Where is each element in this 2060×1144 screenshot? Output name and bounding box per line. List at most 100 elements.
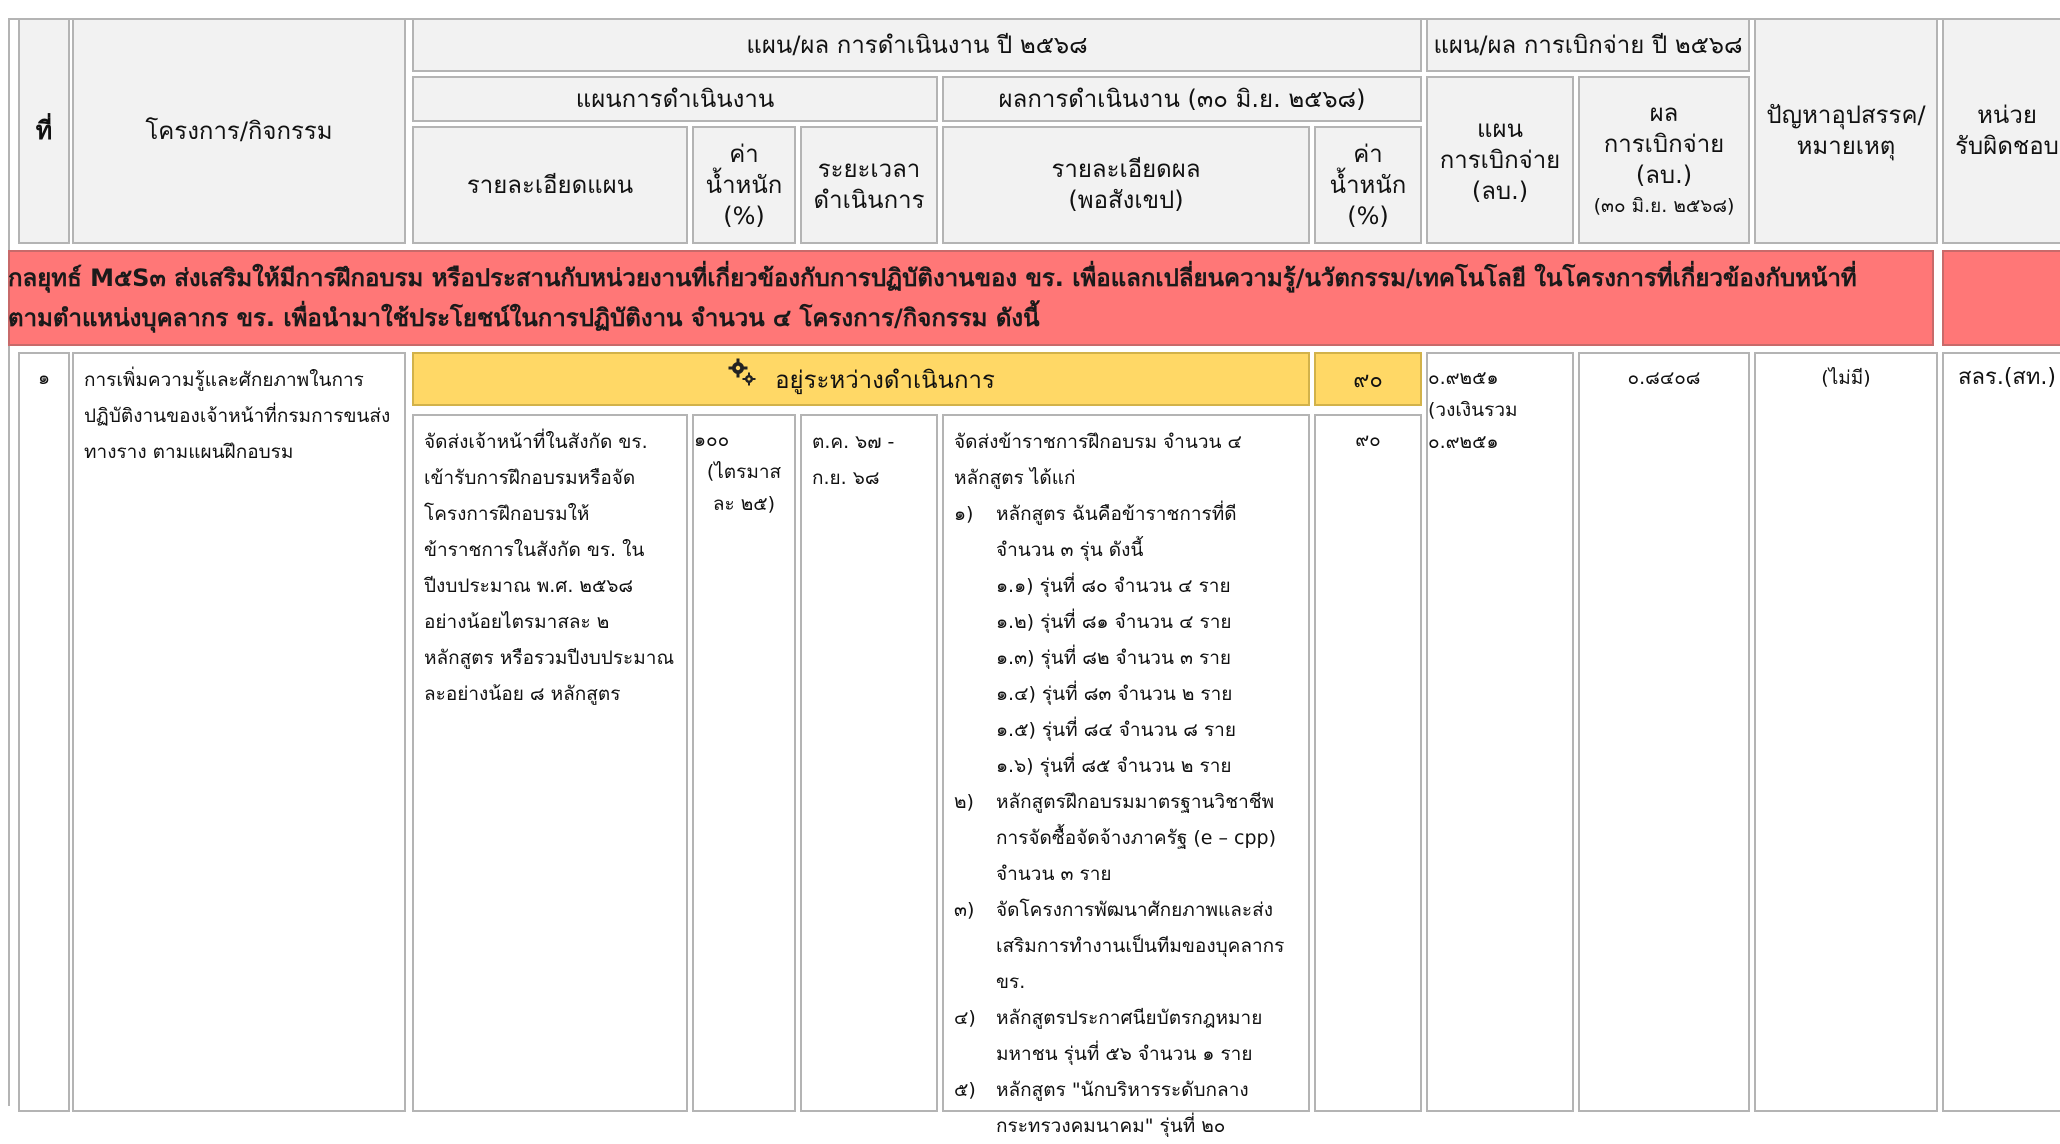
row-plan-detail: จัดส่งเจ้าหน้าที่ในสังกัด ขร. เข้ารับการ… — [412, 414, 688, 1112]
header-no: ที่ — [18, 18, 70, 244]
result-item-text: จัดโครงการพัฒนาศักยภาพและส่งเสริมการทำงา… — [996, 899, 1285, 993]
result-item-text: หลักสูตร ฉันคือข้าราชการที่ดี จำนวน ๓ รุ… — [996, 503, 1237, 561]
row-result-weight-value: ๙๐ — [1355, 429, 1381, 451]
result-item-num: ๒) — [954, 791, 974, 813]
header-operation-group-label: แผน/ผล การดำเนินงาน ปี ๒๕๖๘ — [746, 30, 1088, 59]
result-subitem-1-1: ๑.๑) รุ่นที่ ๘๐ จำนวน ๔ ราย — [954, 568, 1298, 604]
result-item-text: หลักสูตรฝึกอบรมมาตรฐานวิชาชีพการจัดซื้อจ… — [996, 791, 1276, 885]
gear-icon — [727, 357, 757, 394]
result-item-3: ๓) จัดโครงการพัฒนาศักยภาพและส่งเสริมการทำ… — [954, 892, 1298, 1000]
header-unit: หน่วย รับผิดชอบ — [1942, 18, 2060, 244]
result-item-text: ๑.๑) รุ่นที่ ๘๐ จำนวน ๔ ราย — [996, 575, 1231, 597]
header-result-weight-line2: น้ำหนัก — [1329, 170, 1407, 199]
header-no-label: ที่ — [35, 116, 53, 145]
result-item-text: ๑.๓) รุ่นที่ ๘๒ จำนวน ๓ ราย — [996, 647, 1232, 669]
strategy-row-unit-cell — [1942, 250, 2060, 346]
header-plan-group: แผนการดำเนินงาน — [412, 76, 938, 122]
result-item-4: ๔) หลักสูตรประกาศนียบัตรกฎหมายมหาชน รุ่นท… — [954, 1000, 1298, 1072]
header-operation-group: แผน/ผล การดำเนินงาน ปี ๒๕๖๘ — [412, 18, 1422, 72]
row-plan-weight: ๑๐๐ (ไตรมาสละ ๒๕) — [692, 414, 796, 1112]
header-budget-plan-line2: การเบิกจ่าย — [1439, 145, 1561, 174]
row-budget-plan-value: ๐.๙๒๕๑ — [1428, 367, 1499, 389]
row-unit-value: สลร.(สท.) — [1958, 365, 2056, 390]
row-period-text: ต.ค. ๖๗ - ก.ย. ๖๘ — [812, 431, 895, 489]
result-item-2: ๒) หลักสูตรฝึกอบรมมาตรฐานวิชาชีพการจัดซื้… — [954, 784, 1298, 892]
result-item-text: ๑.๕) รุ่นที่ ๘๔ จำนวน ๘ ราย — [996, 719, 1236, 741]
row-budget-result: ๐.๘๔๐๘ — [1578, 352, 1750, 1112]
header-plan-detail: รายละเอียดแผน — [412, 126, 688, 244]
result-subitem-1-4: ๑.๔) รุ่นที่ ๘๓ จำนวน ๒ ราย — [954, 676, 1298, 712]
row-budget-result-value: ๐.๘๔๐๘ — [1627, 367, 1701, 389]
header-budget-result-line1: ผล — [1649, 99, 1679, 127]
result-item-num: ๕) — [954, 1079, 976, 1101]
header-budget-plan-line3: (ลบ.) — [1471, 176, 1529, 205]
header-plan-weight: ค่า น้ำหนัก (%) — [692, 126, 796, 244]
header-result-weight-line3: (%) — [1347, 201, 1389, 230]
header-unit-line2: รับผิดชอบ — [1955, 132, 2059, 160]
header-problems: ปัญหาอุปสรรค/ หมายเหตุ — [1754, 18, 1938, 244]
result-item-num: ๓) — [954, 899, 975, 921]
row-plan-weight-value: ๑๐๐ — [694, 429, 730, 451]
row-budget-plan: ๐.๙๒๕๑ (วงเงินรวม ๐.๙๒๕๑ — [1426, 352, 1574, 1112]
result-item-1: ๑) หลักสูตร ฉันคือข้าราชการที่ดี จำนวน ๓ … — [954, 496, 1298, 568]
header-plan-weight-line2: น้ำหนัก — [705, 170, 783, 199]
header-problems-line1: ปัญหาอุปสรรค/ — [1766, 101, 1926, 129]
plan-result-table: ที่ โครงการ/กิจกรรม แผน/ผล การดำเนินงาน … — [0, 0, 2060, 1137]
header-result-weight-line1: ค่า — [1353, 139, 1383, 168]
header-plan-detail-label: รายละเอียดแผน — [466, 170, 634, 199]
strategy-text: กลยุทธ์ M๕S๓ ส่งเสริมให้มีการฝึกอบรม หรื… — [8, 258, 1928, 338]
header-plan-group-label: แผนการดำเนินงาน — [575, 84, 775, 113]
result-subitem-1-6: ๑.๖) รุ่นที่ ๘๕ จำนวน ๒ ราย — [954, 748, 1298, 784]
header-budget-group-label: แผน/ผล การเบิกจ่าย ปี ๒๕๖๘ — [1433, 30, 1743, 59]
result-item-text: ๑.๒) รุ่นที่ ๘๑ จำนวน ๔ ราย — [996, 611, 1232, 633]
header-budget-plan-line1: แผน — [1477, 114, 1523, 143]
row-problems-value: (ไม่มี) — [1821, 367, 1871, 389]
header-result-detail-line2: (พอสังเขป) — [1068, 186, 1184, 214]
row-result-weight: ๙๐ — [1314, 414, 1422, 1112]
row-plan-weight-note: (ไตรมาสละ ๒๕) — [706, 461, 782, 515]
result-item-text: ๑.๖) รุ่นที่ ๘๕ จำนวน ๒ ราย — [996, 755, 1232, 777]
row-no-value: ๑ — [37, 367, 51, 389]
row-plan-detail-text: จัดส่งเจ้าหน้าที่ในสังกัด ขร. เข้ารับการ… — [424, 431, 675, 705]
header-result-weight: ค่า น้ำหนัก (%) — [1314, 126, 1422, 244]
header-project-label: โครงการ/กิจกรรม — [145, 116, 333, 145]
result-intro: จัดส่งข้าราชการฝึกอบรม จำนวน ๔ หลักสูตร … — [954, 431, 1242, 489]
header-budget-result-line3: (ลบ.) — [1635, 161, 1693, 189]
strategy-line-1: กลยุทธ์ M๕S๓ ส่งเสริมให้มีการฝึกอบรม หรื… — [8, 264, 1857, 292]
row-unit: สลร.(สท.) — [1942, 352, 2060, 1112]
row-project-text: การเพิ่มความรู้และศักยภาพในการปฏิบัติงาน… — [84, 369, 391, 463]
header-problems-line2: หมายเหตุ — [1796, 132, 1896, 160]
result-item-text: ๑.๔) รุ่นที่ ๘๓ จำนวน ๒ ราย — [996, 683, 1233, 705]
header-result-group-label: ผลการดำเนินงาน (๓๐ มิ.ย. ๒๕๖๘) — [998, 84, 1366, 113]
header-period: ระยะเวลา ดำเนินการ — [800, 126, 938, 244]
strategy-line-2: ตามตำแหน่งบุคลากร ขร. เพื่อนำมาใช้ประโยช… — [8, 304, 1040, 332]
header-budget-result: ผล การเบิกจ่าย (ลบ.) (๓๐ มิ.ย. ๒๕๖๘) — [1578, 76, 1750, 244]
table-left-border — [8, 18, 10, 1106]
result-subitem-1-3: ๑.๓) รุ่นที่ ๘๒ จำนวน ๓ ราย — [954, 640, 1298, 676]
result-subitem-1-5: ๑.๕) รุ่นที่ ๘๔ จำนวน ๘ ราย — [954, 712, 1298, 748]
result-item-text: หลักสูตร "นักบริหารระดับกลาง กระทรวงคมนา… — [996, 1079, 1249, 1137]
header-result-detail-line1: รายละเอียดผล — [1051, 155, 1201, 183]
status-label: อยู่ระหว่างดำเนินการ — [775, 365, 995, 394]
header-budget-result-line2: การเบิกจ่าย — [1603, 130, 1725, 158]
row-result-detail: จัดส่งข้าราชการฝึกอบรม จำนวน ๔ หลักสูตร … — [942, 414, 1310, 1137]
header-period-line2: ดำเนินการ — [813, 186, 925, 214]
header-result-group: ผลการดำเนินงาน (๓๐ มิ.ย. ๒๕๖๘) — [942, 76, 1422, 122]
status-weight: ๙๐ — [1314, 352, 1422, 406]
row-no: ๑ — [18, 352, 70, 1112]
row-period: ต.ค. ๖๗ - ก.ย. ๖๘ — [800, 414, 938, 1112]
header-budget-result-line4: (๓๐ มิ.ย. ๒๕๖๘) — [1593, 195, 1735, 217]
header-budget-group: แผน/ผล การเบิกจ่าย ปี ๒๕๖๘ — [1426, 18, 1750, 72]
result-item-num: ๔) — [954, 1007, 976, 1029]
result-list: จัดส่งข้าราชการฝึกอบรม จำนวน ๔ หลักสูตร … — [954, 424, 1298, 1144]
header-period-line1: ระยะเวลา — [817, 155, 921, 183]
row-budget-plan-total: ๐.๙๒๕๑ — [1428, 431, 1499, 453]
header-result-detail: รายละเอียดผล (พอสังเขป) — [942, 126, 1310, 244]
status-weight-value: ๙๐ — [1353, 367, 1383, 393]
status-band: อยู่ระหว่างดำเนินการ — [412, 352, 1310, 406]
result-item-text: หลักสูตรประกาศนียบัตรกฎหมายมหาชน รุ่นที่… — [996, 1007, 1263, 1065]
header-plan-weight-line3: (%) — [723, 201, 765, 230]
result-subitem-1-2: ๑.๒) รุ่นที่ ๘๑ จำนวน ๔ ราย — [954, 604, 1298, 640]
header-project: โครงการ/กิจกรรม — [72, 18, 406, 244]
row-project: การเพิ่มความรู้และศักยภาพในการปฏิบัติงาน… — [72, 352, 406, 1112]
